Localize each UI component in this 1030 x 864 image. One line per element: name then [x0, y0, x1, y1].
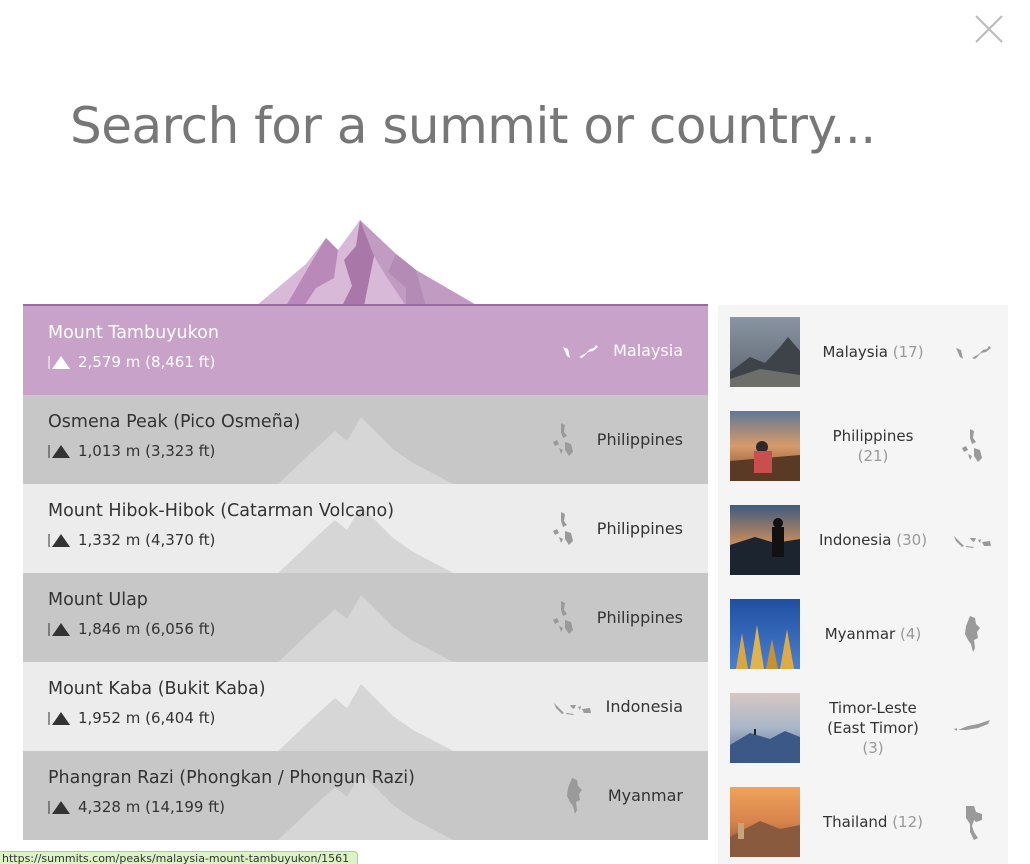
summit-name: Phangran Razi (Phongkan / Phongun Razi) — [48, 768, 415, 788]
orange-sunset-peak-photo — [730, 787, 800, 857]
golden-pagodas-photo — [730, 599, 800, 669]
country-item-thailand[interactable]: Thailand (12) — [730, 787, 1000, 857]
result-row[interactable]: Mount Hibok-Hibok (Catarman Volcano) 1,3… — [23, 484, 708, 573]
elevation-value: 1,846 m (6,056 ft) — [78, 620, 216, 638]
elevation-value: 1,952 m (6,404 ft) — [78, 709, 216, 727]
summit-name: Mount Tambuyukon — [48, 323, 219, 343]
close-button[interactable] — [972, 12, 1006, 46]
country-name: Indonesia — [818, 531, 892, 549]
country-name: Myanmar — [824, 625, 896, 643]
malaysia-map-icon — [563, 344, 599, 358]
result-country: Myanmar — [554, 751, 683, 840]
search-input[interactable] — [70, 86, 970, 166]
result-row[interactable]: Osmena Peak (Pico Osmeña) 1,013 m (3,323… — [23, 395, 708, 484]
elevation-value: 2,579 m (8,461 ft) — [78, 353, 216, 371]
country-item-timor-leste[interactable]: Timor-Leste (East Timor) (3) — [730, 693, 1000, 763]
philippines-map-icon — [962, 429, 982, 462]
timor-leste-map-icon — [954, 720, 990, 731]
country-item-philippines[interactable]: Philippines (21) — [730, 411, 1000, 481]
elevation-icon — [48, 801, 70, 814]
silhouette-lake-photo — [730, 505, 800, 575]
summit-elevation: 1,846 m (6,056 ft) — [48, 620, 215, 638]
summit-elevation: 1,013 m (3,323 ft) — [48, 442, 215, 460]
country-count: (21) — [857, 447, 889, 465]
status-bar-url: https://summits.com/peaks/malaysia-mount… — [0, 851, 358, 864]
country-count: (4) — [900, 625, 922, 643]
elevation-value: 1,013 m (3,323 ft) — [78, 442, 216, 460]
myanmar-map-icon — [965, 616, 980, 652]
country-count: (30) — [896, 531, 928, 549]
elevation-icon — [48, 712, 70, 725]
summit-elevation: 2,579 m (8,461 ft) — [48, 353, 215, 371]
result-country: Philippines — [543, 573, 683, 662]
elevation-icon — [48, 356, 70, 369]
mountain-silhouette-icon — [278, 417, 454, 484]
result-country: Philippines — [543, 395, 683, 484]
elevation-icon — [48, 445, 70, 458]
close-icon — [975, 15, 1003, 43]
elevation-value: 1,332 m (4,370 ft) — [78, 531, 216, 549]
summit-name: Mount Hibok-Hibok (Catarman Volcano) — [48, 501, 395, 521]
result-country: Philippines — [543, 484, 683, 573]
philippines-map-icon — [552, 511, 573, 545]
myanmar-map-icon — [566, 777, 582, 814]
country-count: (3) — [862, 739, 884, 757]
thailand-map-icon — [966, 806, 982, 840]
summit-elevation: 1,332 m (4,370 ft) — [48, 531, 215, 549]
mountain-illustration-icon — [256, 220, 478, 306]
summit-name: Mount Ulap — [48, 590, 148, 610]
summit-elevation: 1,952 m (6,404 ft) — [48, 709, 215, 727]
country-count: (17) — [892, 343, 924, 361]
elevation-icon — [48, 623, 70, 636]
country-name: Malaysia — [822, 343, 888, 361]
result-row[interactable]: Mount Ulap 1,846 m (6,056 ft) Philippine… — [23, 573, 708, 662]
malaysia-map-icon — [956, 346, 991, 359]
blue-mountain-ridge-photo — [730, 693, 800, 763]
country-count: (12) — [892, 813, 923, 831]
country-item-myanmar[interactable]: Myanmar (4) — [730, 599, 1000, 669]
country-suggestions-panel: Malaysia (17) Philippines (21) Indonesia … — [718, 305, 1008, 864]
search-results-list: Mount Tambuyukon 2,579 m (8,461 ft) Mala… — [23, 306, 708, 840]
hiker-sunset-photo — [730, 411, 800, 481]
indonesia-map-icon — [553, 702, 591, 715]
elevation-icon — [48, 534, 70, 547]
mountain-silhouette-icon — [278, 684, 454, 751]
result-country: Malaysia — [559, 306, 683, 395]
philippines-map-icon — [552, 600, 573, 634]
mountain-silhouette-icon — [278, 595, 454, 662]
result-row[interactable]: Phangran Razi (Phongkan / Phongun Razi) … — [23, 751, 708, 840]
misty-rocky-summit-photo — [730, 317, 800, 387]
country-name: Timor-Leste (East Timor) — [827, 699, 919, 737]
summit-name: Osmena Peak (Pico Osmeña) — [48, 412, 301, 432]
country-item-indonesia[interactable]: Indonesia (30) — [730, 505, 1000, 575]
elevation-value: 4,328 m (14,199 ft) — [78, 798, 225, 816]
country-name: Philippines — [832, 427, 914, 445]
summit-name: Mount Kaba (Bukit Kaba) — [48, 679, 266, 699]
indonesia-map-icon — [954, 536, 991, 548]
country-name: Thailand — [823, 813, 888, 831]
result-country: Indonesia — [552, 662, 683, 751]
result-row[interactable]: Mount Tambuyukon 2,579 m (8,461 ft) Mala… — [23, 306, 708, 395]
philippines-map-icon — [552, 422, 573, 456]
result-row[interactable]: Mount Kaba (Bukit Kaba) 1,952 m (6,404 f… — [23, 662, 708, 751]
summit-elevation: 4,328 m (14,199 ft) — [48, 798, 225, 816]
country-item-malaysia[interactable]: Malaysia (17) — [730, 317, 1000, 387]
